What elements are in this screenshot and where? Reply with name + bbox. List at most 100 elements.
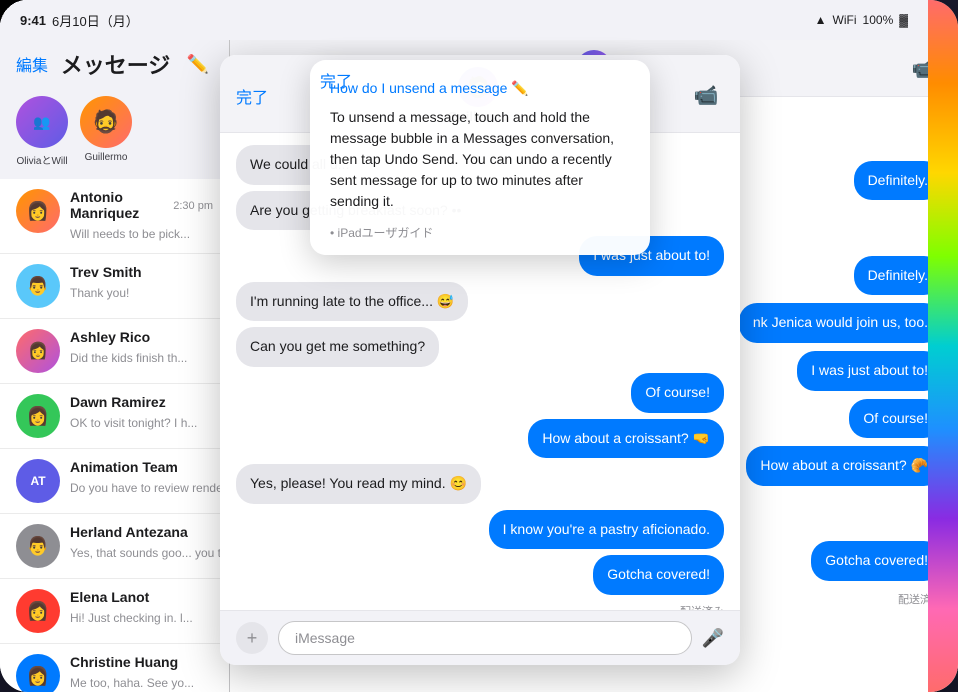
- bg-bubble-6: I was just about to!: [797, 351, 942, 391]
- chat-input-area: + iMessage 🎤: [220, 610, 740, 665]
- conv-content-elena: Elena Lanot Hi! Just checking in. l...: [70, 589, 213, 627]
- chat-bubble-4: I'm running late to the office... 😅: [236, 282, 468, 322]
- status-time: 9:41: [20, 13, 46, 28]
- conv-content-dawn: Dawn Ramirez OK to visit tonight? I h...: [70, 394, 213, 432]
- sidebar-title: メッセージ: [61, 48, 171, 80]
- conv-header-herland: Herland Antezana: [70, 524, 213, 542]
- conv-item-christine[interactable]: 👩 Christine Huang Me too, haha. See yo..…: [0, 644, 229, 692]
- conv-avatar-animation: AT: [16, 459, 60, 503]
- siri-answer: To unsend a message, touch and hold the …: [330, 107, 630, 212]
- conv-name-christine: Christine Huang: [70, 654, 178, 670]
- siri-popup: 完了 How do I unsend a message ✏️ To unsen…: [310, 60, 650, 255]
- conv-header-elena: Elena Lanot: [70, 589, 213, 607]
- bg-bubble-10: Gotcha covered!: [811, 541, 942, 581]
- conv-content-trev: Trev Smith Thank you!: [70, 264, 213, 302]
- status-bar: 9:41 6月10日（月） ▲ WiFi 100% ▓: [0, 0, 928, 40]
- mic-icon[interactable]: 🎤: [702, 628, 724, 649]
- siri-content: How do I unsend a message ✏️ To unsend a…: [330, 80, 630, 241]
- edit-button[interactable]: 編集: [16, 52, 48, 76]
- message-input[interactable]: iMessage: [278, 621, 692, 655]
- conv-content-animation: Animation Team Do you have to review ren…: [70, 459, 213, 497]
- avatar-item-guillermo[interactable]: 🧔 Guillermo: [80, 96, 132, 167]
- conv-item-dawn[interactable]: 👩 Dawn Ramirez OK to visit tonight? I h.…: [0, 384, 229, 449]
- avatar-olivia-will: 👥: [16, 96, 68, 148]
- conv-name-elena: Elena Lanot: [70, 589, 149, 605]
- chat-msg-7: How about a croissant? 🤜: [236, 419, 724, 459]
- conv-content-christine: Christine Huang Me too, haha. See yo...: [70, 654, 213, 692]
- conv-name-ashley: Ashley Rico: [70, 329, 150, 345]
- delivered-label: 配送済み: [236, 603, 724, 610]
- chat-bubble-5: Can you get me something?: [236, 327, 439, 367]
- conv-avatar-elena: 👩: [16, 589, 60, 633]
- status-icons: ▲ WiFi 100% ▓: [815, 13, 908, 27]
- chat-bubble-8: Yes, please! You read my mind. 😊: [236, 464, 481, 504]
- sidebar-header: 編集 メッセージ ✏️: [0, 40, 229, 88]
- battery-icon: ▓: [899, 13, 908, 27]
- ipad-frame: 9:41 6月10日（月） ▲ WiFi 100% ▓ 編集 メッセージ ✏️ …: [0, 0, 958, 692]
- chat-bubble-6: Of course!: [631, 373, 724, 413]
- conv-name-antonio: Antonio Manriquez: [70, 189, 173, 221]
- conv-avatar-trev: 👨: [16, 264, 60, 308]
- rainbow-edge: [928, 0, 958, 692]
- conv-item-elena[interactable]: 👩 Elena Lanot Hi! Just checking in. l...: [0, 579, 229, 644]
- avatar-guillermo: 🧔: [80, 96, 132, 148]
- conv-name-trev: Trev Smith: [70, 264, 142, 280]
- conv-preview-ashley: Did the kids finish th...: [70, 351, 187, 365]
- avatar-item-olivia-will[interactable]: 👥 OliviaとWill: [16, 96, 68, 167]
- wifi-icon: ▲: [815, 13, 827, 27]
- siri-done-button[interactable]: 完了: [320, 60, 352, 100]
- conv-content-ashley: Ashley Rico Did the kids finish th...: [70, 329, 213, 367]
- chat-bubble-7: How about a croissant? 🤜: [528, 419, 724, 459]
- siri-source: • iPadユーザガイド: [330, 224, 630, 241]
- chat-done-button[interactable]: 完了: [236, 84, 268, 108]
- conv-header-animation: Animation Team: [70, 459, 213, 477]
- conv-header-dawn: Dawn Ramirez: [70, 394, 213, 412]
- conv-preview-animation: Do you have to review renders together n…: [70, 481, 229, 495]
- conv-preview-herland: Yes, that sounds goo... you then.: [70, 546, 229, 560]
- chat-msg-6: Of course!: [236, 373, 724, 413]
- conv-preview-antonio: Will needs to be pick...: [70, 227, 190, 241]
- battery-label: 100%: [863, 13, 894, 27]
- conv-avatar-herland: 👨: [16, 524, 60, 568]
- conv-header-antonio: Antonio Manriquez 2:30 pm: [70, 189, 213, 223]
- conv-content-antonio: Antonio Manriquez 2:30 pm Will needs to …: [70, 189, 213, 243]
- conversation-list: 👩 Antonio Manriquez 2:30 pm Will needs t…: [0, 179, 229, 692]
- chat-bubble-10: Gotcha covered!: [593, 555, 724, 595]
- conv-preview-dawn: OK to visit tonight? I h...: [70, 416, 197, 430]
- chat-msg-5: Can you get me something?: [236, 327, 724, 367]
- chat-msg-9: I know you're a pastry aficionado.: [236, 510, 724, 550]
- add-attachment-button[interactable]: +: [236, 622, 268, 654]
- bg-bubble-8: How about a croissant? 🥐: [746, 446, 942, 486]
- status-date: 6月10日（月）: [52, 11, 139, 30]
- conv-header-ashley: Ashley Rico: [70, 329, 213, 347]
- conv-item-animation[interactable]: AT Animation Team Do you have to review …: [0, 449, 229, 514]
- conv-item-trev[interactable]: 👨 Trev Smith Thank you!: [0, 254, 229, 319]
- conv-content-herland: Herland Antezana Yes, that sounds goo...…: [70, 524, 213, 562]
- conv-header-trev: Trev Smith: [70, 264, 213, 282]
- conv-item-herland[interactable]: 👨 Herland Antezana Yes, that sounds goo.…: [0, 514, 229, 579]
- input-placeholder: iMessage: [295, 630, 355, 646]
- conv-item-antonio[interactable]: 👩 Antonio Manriquez 2:30 pm Will needs t…: [0, 179, 229, 254]
- conv-preview-christine: Me too, haha. See yo...: [70, 676, 194, 690]
- conv-avatar-antonio: 👩: [16, 189, 60, 233]
- new-message-button[interactable]: ✏️: [183, 49, 213, 79]
- conv-name-animation: Animation Team: [70, 459, 178, 475]
- sidebar: 編集 メッセージ ✏️ 👥 OliviaとWill 🧔 Guillermo: [0, 40, 230, 692]
- conv-time-antonio: 2:30 pm: [173, 200, 213, 212]
- avatar-label-guillermo: Guillermo: [85, 152, 128, 163]
- conv-header-christine: Christine Huang: [70, 654, 213, 672]
- bg-bubble-5: nk Jenica would join us, too.: [739, 303, 942, 343]
- conv-name-herland: Herland Antezana: [70, 524, 188, 540]
- conv-avatar-christine: 👩: [16, 654, 60, 692]
- video-call-icon[interactable]: 📹: [688, 78, 724, 114]
- status-left: 9:41 6月10日（月）: [20, 11, 139, 30]
- avatar-label-olivia-will: OliviaとWill: [16, 152, 67, 167]
- conv-avatar-ashley: 👩: [16, 329, 60, 373]
- siri-query: How do I unsend a message ✏️: [330, 80, 630, 97]
- conv-preview-elena: Hi! Just checking in. l...: [70, 611, 193, 625]
- chat-msg-10: Gotcha covered!: [236, 555, 724, 595]
- chat-bubble-9: I know you're a pastry aficionado.: [489, 510, 724, 550]
- conv-item-ashley[interactable]: 👩 Ashley Rico Did the kids finish th...: [0, 319, 229, 384]
- conv-avatar-dawn: 👩: [16, 394, 60, 438]
- chat-msg-4: I'm running late to the office... 😅: [236, 282, 724, 322]
